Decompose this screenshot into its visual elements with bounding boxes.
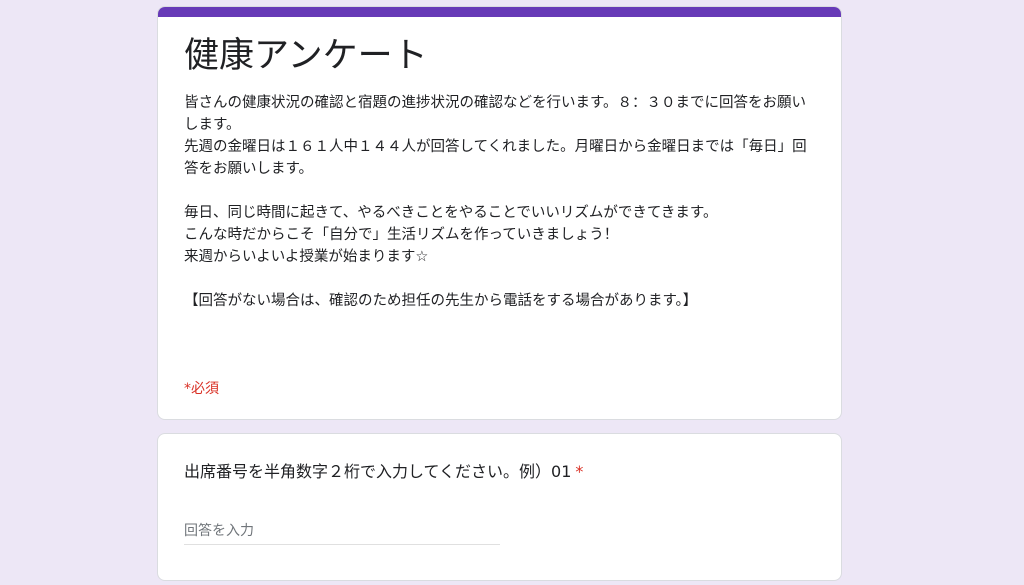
- required-note: *必須: [184, 381, 219, 397]
- answer-input[interactable]: [184, 518, 500, 545]
- accent-bar: [158, 7, 841, 17]
- description-line: 【回答がない場合は、確認のため担任の先生から電話をする場合があります。】: [184, 293, 698, 309]
- description-line: 皆さんの健康状況の確認と宿題の進捗状況の確認などを行います。８：３０までに回答を…: [184, 95, 807, 133]
- form-header-card: 健康アンケート 皆さんの健康状況の確認と宿題の進捗状況の確認などを行います。８：…: [157, 6, 842, 420]
- question-label: 出席番号を半角数字２桁で入力してください。例）01: [184, 462, 572, 481]
- form-title: 健康アンケート: [184, 36, 428, 76]
- description-line: 毎日、同じ時間に起きて、やるべきことをやることでいいリズムができてきます。: [184, 205, 718, 221]
- description-line: 来週からいよいよ授業が始まります☆: [184, 249, 429, 265]
- question-title: 出席番号を半角数字２桁で入力してください。例）01 *: [184, 460, 583, 484]
- description-line: [184, 180, 814, 202]
- form-container: 健康アンケート 皆さんの健康状況の確認と宿題の進捗状況の確認などを行います。８：…: [157, 6, 842, 581]
- required-star: *: [575, 462, 584, 481]
- form-description: 皆さんの健康状況の確認と宿題の進捗状況の確認などを行います。８：３０までに回答を…: [184, 92, 814, 312]
- description-line: 先週の金曜日は１６１人中１４４人が回答してくれました。月曜日から金曜日までは「毎…: [184, 139, 807, 177]
- description-line: こんな時だからこそ「自分で」生活リズムを作っていきましょう！: [184, 227, 619, 243]
- question-card: 出席番号を半角数字２桁で入力してください。例）01 *: [157, 433, 842, 581]
- description-line: [184, 268, 814, 290]
